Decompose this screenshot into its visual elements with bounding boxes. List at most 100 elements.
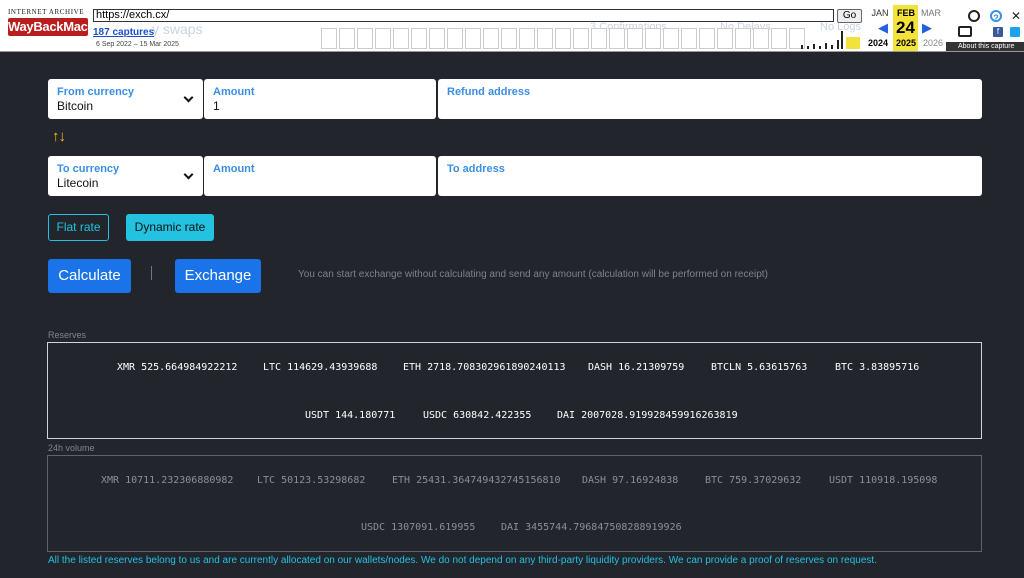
month-next[interactable]: MAR: [918, 8, 944, 18]
captures-link[interactable]: 187 captures: [93, 27, 154, 38]
divider: [151, 266, 152, 280]
volume-label: 24h volume: [48, 443, 95, 453]
month-current: FEB: [897, 8, 915, 18]
reserves-label: Reserves: [48, 330, 87, 340]
current-day: 24: [896, 18, 915, 37]
spark-cell: [375, 28, 391, 49]
flat-rate-button[interactable]: Flat rate: [48, 214, 109, 241]
spark-cell: [429, 28, 445, 49]
url-input[interactable]: https://exch.cx/: [93, 9, 834, 22]
swap-arrows-icon[interactable]: ↑↓: [52, 128, 66, 145]
refund-address-field[interactable]: Refund address: [438, 79, 982, 119]
amount-to-label: Amount: [213, 163, 255, 175]
reserve-item: DASH 16.21309759: [588, 362, 685, 373]
spark-cell: [483, 28, 499, 49]
from-currency-value: Bitcoin: [57, 99, 94, 113]
spark-cell: [609, 28, 625, 49]
exchange-hint: You can start exchange without calculati…: [298, 269, 768, 280]
spark-cell: [717, 28, 733, 49]
go-button[interactable]: Go: [837, 9, 862, 23]
volume-panel: XMR 10711.232306880982 LTC 50123.5329868…: [47, 455, 982, 552]
chevron-down-icon: [183, 169, 194, 180]
spark-cell: [699, 28, 715, 49]
to-currency-value: Litecoin: [57, 176, 99, 190]
twitter-icon[interactable]: [1010, 27, 1020, 37]
chevron-down-icon: [183, 92, 194, 103]
amount-from-field[interactable]: Amount 1: [204, 79, 436, 119]
spark-highlight: [846, 37, 860, 49]
spark-bar: [807, 46, 809, 49]
capture-sparkline[interactable]: [321, 28, 866, 49]
spark-cell: [465, 28, 481, 49]
year-next[interactable]: 2026: [920, 38, 946, 48]
amount-to-field[interactable]: Amount: [204, 156, 436, 196]
spark-cell: [591, 28, 607, 49]
spark-cell: [411, 28, 427, 49]
exchange-button[interactable]: Exchange: [175, 259, 261, 293]
spark-cell: [555, 28, 571, 49]
year-prev[interactable]: 2024: [865, 38, 891, 48]
volume-item: DAI 3455744.796847508288919926: [501, 522, 682, 533]
spark-cell: [735, 28, 751, 49]
spark-cell: [519, 28, 535, 49]
about-capture-button[interactable]: About this capture: [946, 42, 1024, 51]
to-address-field[interactable]: To address: [438, 156, 982, 196]
dynamic-rate-button[interactable]: Dynamic rate: [126, 214, 214, 241]
month-prev[interactable]: JAN: [867, 8, 893, 18]
spark-bar: [831, 45, 833, 49]
refund-address-label: Refund address: [447, 86, 531, 98]
reserve-item: ETH 2718.708302961890240113: [403, 362, 566, 373]
to-currency-label: To currency: [57, 163, 120, 175]
reserve-item: XMR 525.664984922212: [117, 362, 238, 373]
wayback-toolbar: y swaps 3 Confirmations No Delays No Log…: [0, 0, 1024, 52]
amount-from-label: Amount: [213, 86, 255, 98]
spark-bar: [837, 40, 839, 49]
amount-from-value: 1: [213, 99, 220, 113]
spark-cell: [753, 28, 769, 49]
spark-bar: [841, 31, 843, 49]
spark-bar: [801, 45, 803, 49]
logo-main-text: WayBackMachine: [8, 18, 114, 36]
reserve-item: USDT 144.180771: [305, 410, 396, 421]
volume-item: DASH 97.16924838: [582, 475, 679, 486]
spark-cell: [339, 28, 355, 49]
ghost-text: y swaps: [152, 21, 203, 37]
camera-icon[interactable]: [958, 26, 972, 37]
spark-bar: [819, 46, 821, 49]
spark-cell: [321, 28, 337, 49]
close-icon[interactable]: ✕: [1010, 10, 1022, 22]
from-currency-label: From currency: [57, 86, 135, 98]
user-icon[interactable]: [968, 10, 980, 22]
year-current: 2025: [895, 38, 917, 48]
to-currency-select[interactable]: To currency Litecoin: [48, 156, 203, 196]
reserve-item: BTC 3.83895716: [835, 362, 920, 373]
reserves-note: All the listed reserves belong to us and…: [48, 555, 877, 566]
facebook-icon[interactable]: f: [993, 27, 1003, 37]
spark-cell: [627, 28, 643, 49]
wayback-logo[interactable]: INTERNET ARCHIVE WayBackMachine: [8, 8, 114, 36]
volume-item: XMR 10711.232306880982: [101, 475, 234, 486]
volume-item: LTC 50123.53298682: [257, 475, 366, 486]
calculate-button[interactable]: Calculate: [48, 259, 131, 293]
reserve-item: DAI 2007028.919928459916263819: [557, 410, 738, 421]
prev-capture-icon[interactable]: ◀: [878, 20, 888, 36]
help-icon[interactable]: ?: [990, 10, 1002, 23]
to-address-label: To address: [447, 163, 505, 175]
reserve-item: BTCLN 5.63615763: [711, 362, 808, 373]
volume-item: ETH 25431.364749432745156810: [392, 475, 561, 486]
spark-cell: [681, 28, 697, 49]
spark-bar: [825, 43, 827, 49]
spark-cell: [771, 28, 787, 49]
from-currency-select[interactable]: From currency Bitcoin: [48, 79, 203, 119]
capture-range: 6 Sep 2022 – 15 Mar 2025: [96, 41, 179, 48]
spark-bar: [813, 44, 815, 49]
spark-cell: [537, 28, 553, 49]
reserve-item: USDC 630842.422355: [423, 410, 532, 421]
volume-item: USDT 110918.195098: [829, 475, 938, 486]
reserve-item: LTC 114629.43939688: [263, 362, 378, 373]
spark-cell: [501, 28, 517, 49]
spark-cell: [393, 28, 409, 49]
spark-cell: [645, 28, 661, 49]
next-capture-icon[interactable]: ▶: [922, 20, 932, 36]
spark-cell: [447, 28, 463, 49]
